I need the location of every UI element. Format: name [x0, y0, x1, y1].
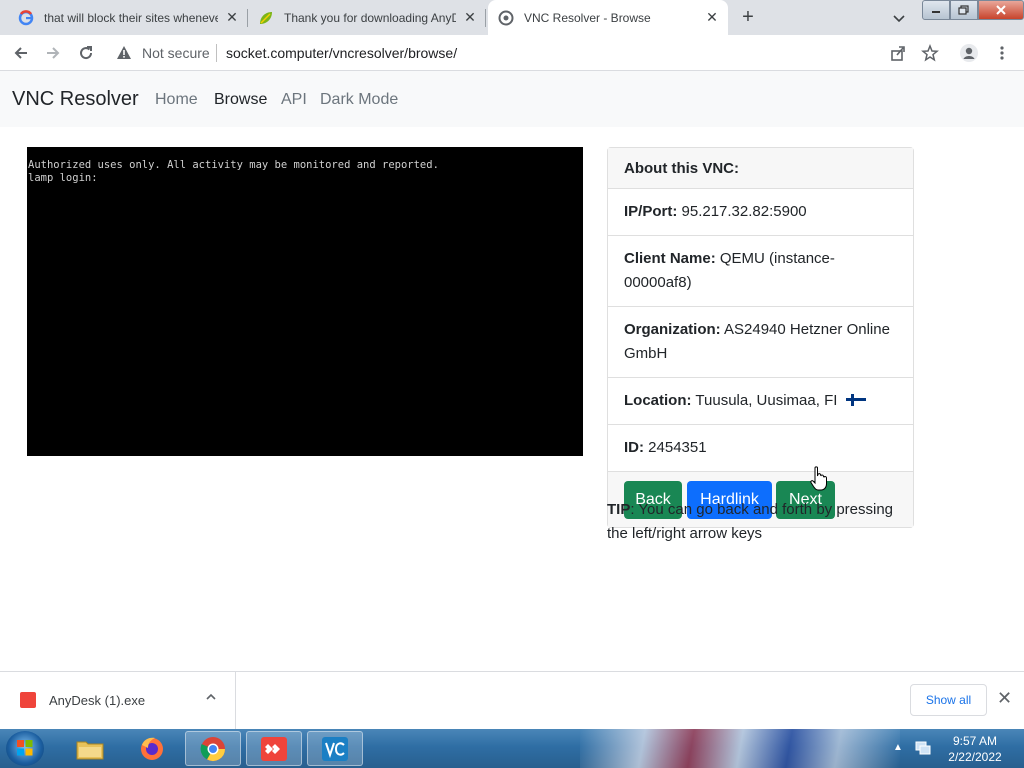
- site-brand[interactable]: VNC Resolver: [12, 88, 139, 111]
- finland-flag-icon: [845, 394, 866, 406]
- show-all-button[interactable]: Show all: [910, 684, 987, 716]
- anydesk-leaf-icon: [258, 10, 274, 26]
- close-tab-icon[interactable]: ✕: [462, 9, 478, 26]
- terminal-line: Authorized uses only. All activity may b…: [28, 159, 439, 171]
- nav-browse[interactable]: Browse: [214, 91, 267, 109]
- tab-title: VNC Resolver - Browse: [524, 10, 651, 25]
- bookmark-star-icon[interactable]: [920, 43, 940, 63]
- google-icon: [18, 9, 34, 26]
- share-icon[interactable]: [888, 43, 908, 63]
- security-label[interactable]: Not secure: [142, 45, 210, 61]
- firefox-icon[interactable]: [124, 731, 180, 766]
- anydesk-icon[interactable]: [246, 731, 302, 766]
- clock-time: 9:57 AM: [952, 734, 998, 748]
- tip-label: TIP: [607, 501, 631, 518]
- vnc-resolver-icon: [498, 10, 514, 26]
- tab-title: Thank you for downloading AnyDesk: [284, 10, 456, 25]
- address-bar[interactable]: Not secure socket.computer/vncresolver/b…: [108, 39, 934, 67]
- organization-row: Organization: AS24940 Hetzner Online Gmb…: [608, 307, 913, 378]
- tab-google-search[interactable]: that will block their sites whenever ✕: [8, 0, 248, 35]
- url-text[interactable]: socket.computer/vncresolver/browse/: [226, 45, 457, 61]
- minimize-icon[interactable]: [922, 0, 950, 20]
- window-controls: [922, 0, 1024, 20]
- tab-title: that will block their sites whenever: [44, 10, 218, 25]
- tab-vnc-resolver[interactable]: VNC Resolver - Browse ✕: [488, 0, 728, 35]
- tray-expand-icon[interactable]: ▲: [893, 742, 903, 753]
- organization-label: Organization:: [624, 321, 721, 338]
- client-name-label: Client Name:: [624, 250, 716, 267]
- file-explorer-icon[interactable]: [62, 731, 118, 766]
- windows-taskbar: ▲ 9:57 AM 2/22/2022: [0, 729, 1024, 768]
- start-button-icon[interactable]: [6, 731, 44, 766]
- vnc-viewer-icon[interactable]: [307, 731, 363, 766]
- browser-tab-strip: that will block their sites whenever ✕ T…: [0, 0, 1024, 35]
- divider: [216, 44, 217, 62]
- downloads-bar: AnyDesk (1).exe Show all ✕: [0, 671, 1024, 729]
- id-value: 2454351: [648, 439, 707, 456]
- restore-icon[interactable]: [950, 0, 978, 20]
- id-label: ID:: [624, 439, 644, 456]
- chrome-icon[interactable]: [185, 731, 241, 766]
- browser-toolbar: Not secure socket.computer/vncresolver/b…: [0, 35, 1024, 71]
- warning-icon[interactable]: [116, 45, 132, 61]
- new-tab-icon[interactable]: +: [736, 6, 760, 30]
- location-label: Location:: [624, 392, 692, 409]
- nav-api[interactable]: API: [281, 91, 307, 109]
- site-navbar: VNC Resolver Home Browse API Dark Mode: [0, 71, 1024, 127]
- close-downloads-icon[interactable]: ✕: [997, 688, 1012, 709]
- tab-search-chevron-icon[interactable]: [890, 9, 908, 27]
- chevron-up-icon[interactable]: [205, 691, 217, 706]
- vnc-screenshot: Authorized uses only. All activity may b…: [27, 147, 583, 456]
- tip-body: : You can go back and forth by pressing …: [607, 501, 894, 542]
- hand-cursor-icon: [810, 466, 828, 492]
- profile-avatar-icon[interactable]: [959, 43, 979, 63]
- close-tab-icon[interactable]: ✕: [704, 9, 720, 26]
- card-header: About this VNC:: [608, 148, 913, 189]
- close-window-icon[interactable]: [978, 0, 1024, 20]
- nav-dark-mode[interactable]: Dark Mode: [320, 91, 398, 109]
- id-row: ID: 2454351: [608, 425, 913, 472]
- terminal-line: lamp login:: [28, 172, 98, 184]
- download-item[interactable]: AnyDesk (1).exe: [0, 672, 236, 729]
- tip-text: TIP: You can go back and forth by pressi…: [607, 498, 917, 546]
- back-arrow-icon[interactable]: [11, 43, 31, 63]
- location-row: Location: Tuusula, Uusimaa, FI: [608, 378, 913, 425]
- forward-arrow-icon[interactable]: [43, 43, 63, 63]
- ip-port-value: 95.217.32.82:5900: [681, 203, 807, 220]
- clock-date: 2/22/2022: [948, 750, 1002, 764]
- ip-port-label: IP/Port:: [624, 203, 678, 220]
- reload-icon[interactable]: [76, 43, 96, 63]
- ip-port-row: IP/Port: 95.217.32.82:5900: [608, 189, 913, 236]
- menu-kebab-icon[interactable]: [992, 43, 1012, 63]
- download-file-name: AnyDesk (1).exe: [49, 693, 146, 708]
- nav-home[interactable]: Home: [155, 91, 198, 109]
- network-icon[interactable]: [914, 739, 932, 757]
- wallpaper-strip: [580, 729, 900, 768]
- close-tab-icon[interactable]: ✕: [224, 9, 240, 26]
- tab-anydesk-download[interactable]: Thank you for downloading AnyDesk ✕: [248, 0, 486, 35]
- system-clock[interactable]: 9:57 AM 2/22/2022: [940, 733, 1010, 765]
- anydesk-file-icon: [20, 692, 36, 708]
- about-vnc-card: About this VNC: IP/Port: 95.217.32.82:59…: [607, 147, 914, 528]
- client-name-row: Client Name: QEMU (instance-00000af8): [608, 236, 913, 307]
- location-value: Tuusula, Uusimaa, FI: [695, 392, 838, 409]
